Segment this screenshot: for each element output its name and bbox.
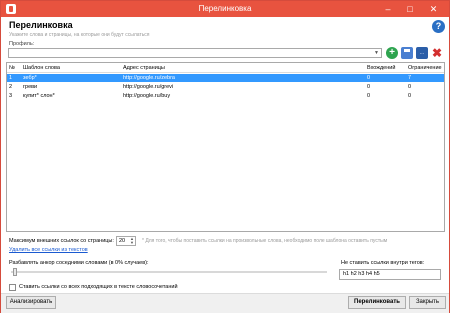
row-template: зебр* bbox=[23, 75, 37, 81]
delete-icon: ✖ bbox=[431, 46, 443, 60]
all-matches-checkbox[interactable] bbox=[9, 284, 16, 291]
row-occurrences: 0 bbox=[367, 84, 371, 90]
row-template: купит* слон* bbox=[23, 93, 55, 99]
max-links-value: 20 bbox=[119, 238, 126, 244]
row-occurrences: 0 bbox=[367, 93, 371, 99]
title-bar: Перелинковка – □ ✕ bbox=[1, 1, 449, 17]
maximize-button[interactable]: □ bbox=[399, 3, 421, 15]
row-num: 3 bbox=[9, 93, 13, 99]
header-num[interactable]: № bbox=[9, 64, 21, 72]
max-links-stepper[interactable]: 20 ▲ ▼ bbox=[116, 236, 136, 246]
row-occurrences: 0 bbox=[367, 75, 371, 81]
max-links-label: Максимум внешних ссылок со страницы: bbox=[9, 238, 114, 244]
profile-label: Профиль: bbox=[9, 41, 35, 47]
row-limit: 0 bbox=[408, 93, 412, 99]
table-header: № Шаблон слова Адрес страницы Вхождений … bbox=[7, 63, 444, 73]
help-icon[interactable]: ? bbox=[432, 20, 445, 33]
delete-profile-button[interactable]: ✖ bbox=[431, 47, 443, 59]
all-matches-label: Ставить ссылки со всех подходящих в текс… bbox=[19, 284, 178, 290]
header-occurrences[interactable]: Вхождений bbox=[367, 64, 407, 72]
minimize-button[interactable]: – bbox=[377, 3, 399, 15]
save-as-icon: ... bbox=[419, 50, 425, 56]
split-anchor-slider[interactable] bbox=[11, 271, 327, 273]
header-template[interactable]: Шаблон слова bbox=[23, 64, 123, 72]
plus-icon: + bbox=[389, 47, 395, 58]
template-hint: * Для того, чтобы поставить ссылки на пр… bbox=[142, 238, 388, 244]
row-template: греви bbox=[23, 84, 38, 90]
not-inside-tags-input[interactable]: h1 h2 h3 h4 h5 bbox=[339, 269, 441, 280]
add-profile-button[interactable]: + bbox=[386, 47, 398, 59]
chevron-down-icon: ▼ bbox=[374, 50, 379, 56]
split-anchor-slider-thumb[interactable] bbox=[13, 268, 17, 276]
row-limit: 7 bbox=[408, 75, 412, 81]
table-row[interactable]: 3 купит* слон* http://google.ru/buy 0 0 bbox=[7, 92, 444, 100]
stepper-arrows-icon[interactable]: ▲ ▼ bbox=[130, 237, 134, 245]
row-url: http://google.ru/grevi bbox=[123, 84, 174, 90]
save-as-profile-button[interactable]: ... bbox=[416, 47, 428, 59]
row-url: http://google.ru/buy bbox=[123, 93, 171, 99]
remove-all-links-link[interactable]: Удалить все ссылки из текстов bbox=[9, 247, 88, 253]
header-url[interactable]: Адрес страницы bbox=[123, 64, 367, 72]
not-inside-tags-label: Не ставить ссылки внутри тегов: bbox=[341, 260, 425, 266]
table-row[interactable]: 2 греви http://google.ru/grevi 0 0 bbox=[7, 83, 444, 91]
analyze-button[interactable]: Анализировать bbox=[6, 296, 56, 309]
close-button[interactable]: Закрыть bbox=[409, 296, 446, 309]
table-row[interactable]: 1 зебр* http://google.ru/zebra 0 7 bbox=[7, 74, 444, 82]
header-limit[interactable]: Ограничение bbox=[408, 64, 444, 72]
profile-select[interactable]: ▼ bbox=[8, 48, 382, 58]
row-limit: 0 bbox=[408, 84, 412, 90]
links-table[interactable]: № Шаблон слова Адрес страницы Вхождений … bbox=[6, 62, 445, 232]
save-profile-button[interactable] bbox=[401, 47, 413, 59]
row-url: http://google.ru/zebra bbox=[123, 75, 175, 81]
page-subtitle: Укажите слова и страницы, на которые они… bbox=[9, 32, 150, 38]
row-num: 1 bbox=[9, 75, 13, 81]
interlink-button[interactable]: Перелинковать bbox=[348, 296, 406, 309]
window: Перелинковка – □ ✕ Перелинковка Укажите … bbox=[0, 0, 450, 313]
split-anchor-label: Разбавлять анкор соседними словами (в 0%… bbox=[9, 260, 149, 266]
close-window-button[interactable]: ✕ bbox=[421, 3, 446, 15]
row-num: 2 bbox=[9, 84, 13, 90]
page-title: Перелинковка bbox=[9, 20, 73, 30]
